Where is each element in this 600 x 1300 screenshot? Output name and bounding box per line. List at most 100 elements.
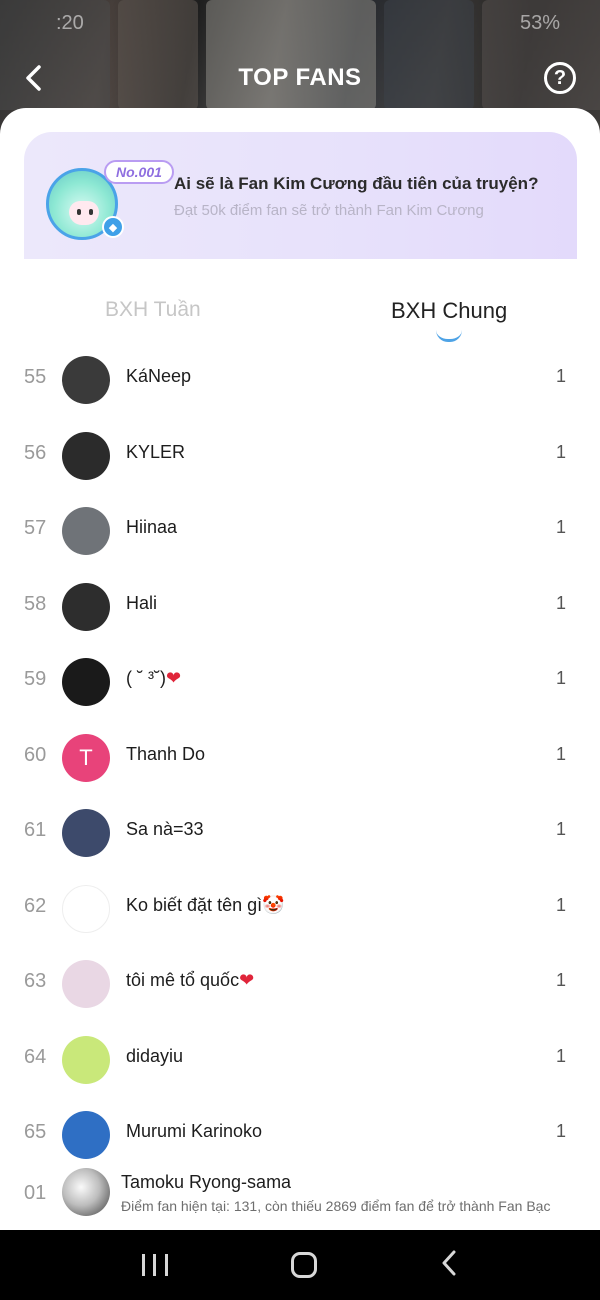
tab-overall[interactable]: BXH Chung	[391, 298, 507, 324]
avatar	[62, 1168, 110, 1216]
recent-apps-icon	[153, 1254, 157, 1276]
fan-username-text: Hiinaa	[126, 517, 178, 537]
fan-rank: 62	[24, 894, 47, 917]
fan-rank: 64	[24, 1045, 47, 1068]
home-button[interactable]	[290, 1252, 317, 1278]
fan-username: Hali	[126, 593, 157, 614]
mascot-face	[69, 201, 99, 225]
fan-score: 1	[555, 819, 566, 839]
diamond-icon: ◆	[102, 216, 124, 238]
fan-username: Hiinaa	[126, 517, 177, 538]
fan-username: KYLER	[126, 442, 185, 463]
avatar	[62, 1111, 110, 1159]
top-bar: TOP FANS ?	[0, 52, 600, 104]
avatar	[62, 507, 110, 555]
fan-username: KáNeep	[126, 366, 191, 387]
fan-username: tôi mê tổ quốc❤	[126, 970, 254, 991]
fan-username-text: Thanh Do	[126, 743, 206, 764]
fan-username-text: Sa nà=33	[126, 819, 204, 839]
my-rank: 01	[24, 1182, 47, 1204]
avatar	[62, 582, 110, 631]
active-tab-indicator	[436, 330, 462, 342]
back-button[interactable]	[16, 60, 52, 96]
my-username: Tamoku Ryong-sama	[121, 1172, 292, 1192]
avatar	[62, 658, 110, 706]
heart-icon: ❤	[239, 970, 255, 990]
chevron-left-icon	[442, 1250, 456, 1275]
fan-score: 1	[555, 894, 566, 915]
fan-row[interactable]: 61 Sa nà=33 1	[0, 795, 600, 871]
diamond-fan-banner[interactable]: ◆ No.001 Ai sẽ là Fan Kim Cương đầu tiên…	[24, 132, 577, 259]
fan-username: Sa nà=33	[126, 819, 204, 840]
fan-row[interactable]: 59 ( ˘ ³˘)❤ 1	[0, 644, 600, 720]
help-button[interactable]: ?	[544, 62, 576, 94]
fan-rank: 56	[24, 441, 47, 464]
fan-score: 1	[555, 668, 566, 688]
fan-score: 1	[555, 441, 566, 462]
avatar: T	[62, 733, 110, 782]
avatar	[62, 431, 110, 480]
system-navbar	[0, 1230, 600, 1300]
fan-score: 1	[555, 366, 566, 386]
mascot-eye	[89, 209, 93, 215]
fan-username: Murumi Karinoko	[126, 1121, 262, 1142]
status-battery: 53%	[519, 11, 560, 34]
fan-row[interactable]: 55 KáNeep 1	[0, 342, 600, 418]
avatar-initial: T	[79, 744, 93, 770]
mascot-eye	[77, 209, 81, 215]
fan-row[interactable]: 58 Hali 1	[0, 569, 600, 645]
fan-rank: 59	[24, 668, 47, 690]
fan-rank: 57	[24, 517, 47, 539]
fan-row[interactable]: 60 T Thanh Do 1	[0, 720, 600, 796]
fan-username-text: Hali	[126, 592, 158, 613]
fan-username-text: KáNeep	[126, 366, 192, 386]
fan-score: 1	[555, 1045, 566, 1066]
page-title: TOP FANS	[238, 64, 362, 91]
fan-username-text: Murumi Karinoko	[126, 1121, 263, 1141]
chevron-left-icon	[26, 65, 41, 91]
emoji-icon: 🤡	[262, 894, 285, 915]
fan-row[interactable]: 64 didayiu 1	[0, 1022, 600, 1098]
fan-username-text: ( ˘ ³˘)	[126, 668, 166, 688]
my-rank-row[interactable]: 01 Tamoku Ryong-sama Điểm fan hiện tại: …	[0, 1160, 600, 1230]
avatar	[62, 884, 110, 933]
fan-score: 1	[555, 743, 566, 764]
fan-row[interactable]: 63 tôi mê tổ quốc❤ 1	[0, 946, 600, 1022]
avatar	[62, 356, 110, 404]
heart-icon: ❤	[165, 668, 182, 688]
fan-row[interactable]: 57 Hiinaa 1	[0, 493, 600, 569]
status-time: :20	[56, 11, 84, 34]
recent-apps-icon	[164, 1254, 168, 1276]
fan-username-text: Ko biết đặt tên gì	[126, 894, 263, 915]
fan-score: 1	[555, 970, 566, 990]
ranking-tabs: BXH Tuần BXH Chung	[0, 288, 600, 348]
fan-score: 1	[555, 517, 566, 537]
fan-row[interactable]: 56 KYLER 1	[0, 418, 600, 494]
fan-username-text: KYLER	[126, 441, 186, 462]
system-back-button[interactable]	[440, 1249, 458, 1282]
fan-username: ( ˘ ³˘)❤	[126, 668, 181, 689]
fan-rank: 55	[24, 366, 47, 388]
fan-rank: 58	[24, 592, 47, 615]
status-bar: :20 53%	[0, 8, 600, 38]
avatar	[62, 809, 110, 857]
rank-badge: No.001	[104, 160, 174, 184]
fan-username: Thanh Do	[126, 744, 205, 765]
banner-title: Ai sẽ là Fan Kim Cương đầu tiên của truy…	[174, 174, 539, 193]
fan-rank: 63	[24, 970, 47, 992]
recent-apps-button[interactable]	[141, 1254, 168, 1276]
question-icon: ?	[553, 66, 567, 89]
tab-weekly[interactable]: BXH Tuần	[105, 298, 201, 322]
fan-username-text: tôi mê tổ quốc	[126, 970, 240, 990]
banner-subtitle: Đạt 50k điểm fan sẽ trở thành Fan Kim Cư…	[174, 202, 484, 219]
fan-row[interactable]: 62 Ko biết đặt tên gì🤡 1	[0, 871, 600, 947]
recent-apps-icon	[141, 1254, 145, 1276]
fan-rank: 61	[24, 819, 47, 841]
fan-score: 1	[555, 592, 566, 613]
fan-username: Ko biết đặt tên gì🤡	[126, 895, 285, 916]
avatar	[62, 1035, 110, 1084]
fan-score: 1	[555, 1121, 566, 1141]
fan-username-text: didayiu	[126, 1045, 184, 1066]
fan-username: didayiu	[126, 1046, 183, 1067]
my-progress-text: Điểm fan hiện tại: 131, còn thiếu 2869 đ…	[121, 1198, 551, 1214]
